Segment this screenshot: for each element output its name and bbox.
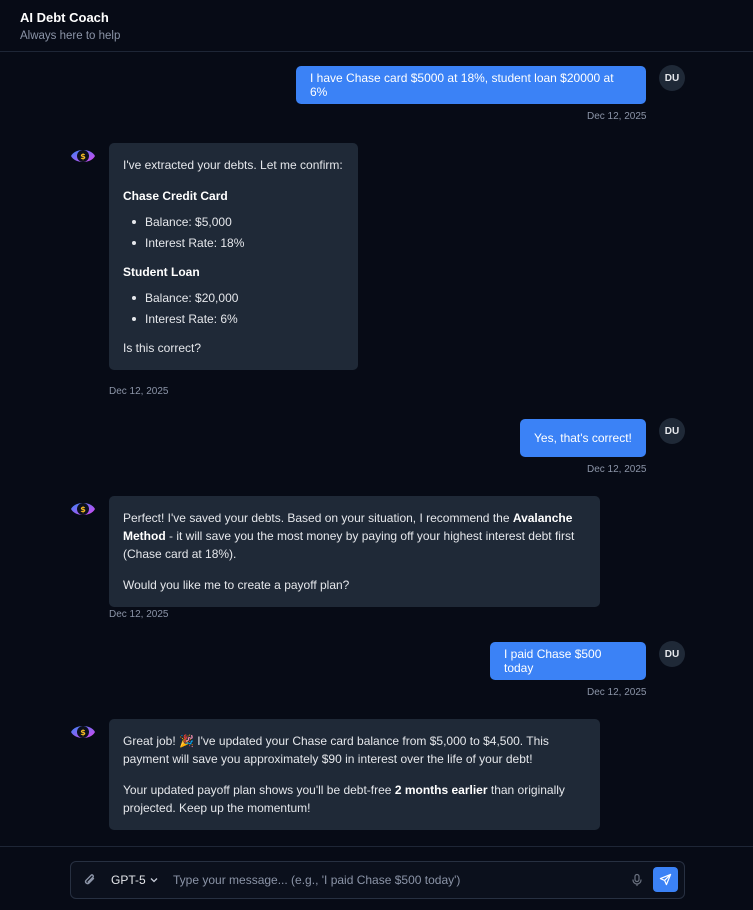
- message-timestamp: Dec 12, 2025: [109, 609, 169, 620]
- user-avatar: DU: [659, 641, 685, 667]
- debt-rate: Interest Rate: 18%: [131, 233, 344, 254]
- message-text: I paid Chase $500 today: [504, 647, 602, 675]
- coach-logo-icon: $: [71, 150, 95, 162]
- message-text: I have Chase card $5000 at 18%, student …: [310, 71, 614, 99]
- user-message: I have Chase card $5000 at 18%, student …: [296, 66, 646, 104]
- chevron-down-icon: [150, 878, 158, 883]
- microphone-icon[interactable]: [630, 873, 644, 887]
- message-timestamp: Dec 12, 2025: [587, 687, 647, 698]
- send-icon: [659, 873, 672, 886]
- paperclip-icon[interactable]: [82, 872, 98, 888]
- debt-balance: Balance: $20,000: [131, 288, 344, 309]
- chat-header: AI Debt Coach Always here to help: [0, 0, 753, 52]
- message-text: Is this correct?: [123, 341, 202, 355]
- message-text: Would you like me to create a payoff pla…: [123, 578, 350, 592]
- debt-details-list: Balance: $20,000 Interest Rate: 6%: [123, 288, 344, 330]
- message-text: Yes, that's correct!: [534, 431, 632, 445]
- message-timestamp: Dec 12, 2025: [109, 386, 169, 397]
- user-avatar: DU: [659, 65, 685, 91]
- model-selector[interactable]: GPT-5: [111, 873, 159, 887]
- app-title: AI Debt Coach: [20, 10, 109, 25]
- app-subtitle: Always here to help: [20, 30, 121, 42]
- composer-area: GPT-5: [0, 846, 753, 910]
- debt-name: Chase Credit Card: [123, 189, 228, 203]
- assistant-message: I've extracted your debts. Let me confir…: [109, 143, 358, 370]
- assistant-message: Perfect! I've saved your debts. Based on…: [109, 496, 600, 607]
- coach-logo-icon: $: [71, 503, 95, 515]
- message-timestamp: Dec 12, 2025: [587, 464, 647, 475]
- assistant-message: Great job! 🎉 I've updated your Chase car…: [109, 719, 600, 830]
- user-avatar: DU: [659, 418, 685, 444]
- debt-details-list: Balance: $5,000 Interest Rate: 18%: [123, 212, 344, 254]
- message-timestamp: Dec 12, 2025: [587, 111, 647, 122]
- message-text: Great job! 🎉 I've updated your Chase car…: [123, 734, 549, 766]
- message-text: Your updated payoff plan shows you'll be…: [123, 783, 565, 815]
- svg-text:$: $: [80, 728, 86, 737]
- message-text: I've extracted your debts. Let me confir…: [123, 158, 343, 172]
- message-input[interactable]: [173, 870, 623, 890]
- debt-name: Student Loan: [123, 265, 200, 279]
- svg-text:$: $: [80, 152, 86, 161]
- model-label: GPT-5: [111, 873, 146, 887]
- svg-text:$: $: [80, 505, 86, 514]
- debt-balance: Balance: $5,000: [131, 212, 344, 233]
- composer: GPT-5: [70, 861, 685, 899]
- user-message: Yes, that's correct!: [520, 419, 646, 457]
- send-button[interactable]: [653, 867, 678, 892]
- message-text: Perfect! I've saved your debts. Based on…: [123, 511, 575, 561]
- user-message: I paid Chase $500 today: [490, 642, 646, 680]
- coach-logo-icon: $: [71, 726, 95, 738]
- debt-rate: Interest Rate: 6%: [131, 309, 344, 330]
